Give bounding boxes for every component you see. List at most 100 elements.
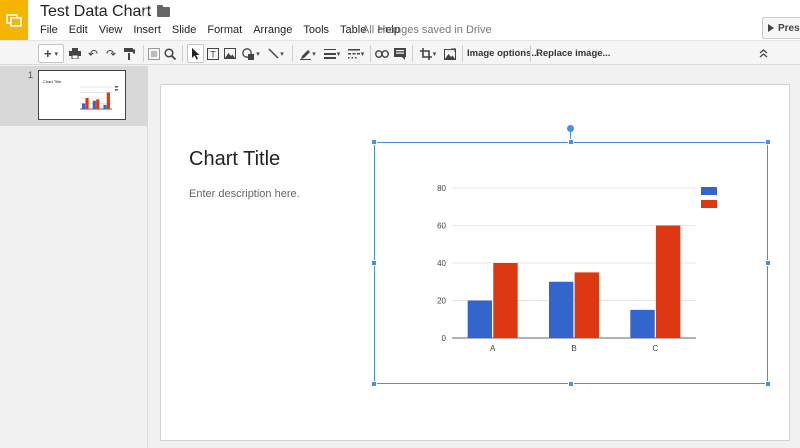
bar-A-series-2 (493, 263, 518, 338)
crop-icon[interactable]: ▾ (417, 44, 439, 63)
menu-bar: File Edit View Insert Slide Format Arran… (40, 24, 411, 36)
redo-icon[interactable]: ↷ (104, 44, 118, 63)
link-icon[interactable] (374, 44, 390, 63)
slide-title[interactable]: Chart Title (189, 148, 280, 171)
chevron-down-icon: ▾ (54, 50, 59, 58)
chevron-down-icon: ▾ (280, 50, 284, 58)
line-icon[interactable]: ▾ (265, 44, 287, 63)
select-cursor-icon[interactable] (187, 44, 204, 63)
resize-handle-bottom[interactable] (568, 381, 574, 387)
resize-handle-right[interactable] (765, 260, 771, 266)
toolbar-divider (462, 45, 463, 62)
menu-insert[interactable]: Insert (133, 24, 161, 36)
svg-text:T: T (210, 49, 216, 59)
comment-icon[interactable] (393, 44, 407, 63)
rotate-handle[interactable] (567, 125, 574, 132)
document-title[interactable]: Test Data Chart (40, 3, 151, 21)
bar-C-series-2 (106, 92, 110, 109)
toolbar-divider (412, 45, 413, 62)
resize-handle-top-left[interactable] (371, 139, 377, 145)
collapse-toolbar-icon[interactable] (756, 44, 770, 63)
print-icon[interactable] (68, 44, 82, 63)
bar-B-series-2 (574, 272, 600, 338)
bar-A-series-1 (467, 300, 493, 338)
resize-handle-bottom-left[interactable] (371, 381, 377, 387)
border-dash-icon[interactable]: ▾ (345, 44, 367, 63)
slide-thumbnail-row[interactable]: 1 Chart Title (0, 66, 148, 126)
text-box-icon[interactable]: T (206, 44, 220, 63)
bar-chart: 0 20 40 60 80 A B C (437, 184, 717, 353)
image-icon[interactable] (223, 44, 237, 63)
y-tick-label: 0 (442, 334, 447, 343)
resize-handle-bottom-right[interactable] (765, 381, 771, 387)
undo-icon[interactable]: ↶ (86, 44, 100, 63)
replace-image-button[interactable]: Replace image... (536, 44, 610, 63)
toolbar-divider (143, 45, 144, 62)
y-tick-label: 20 (437, 297, 446, 306)
bar-C-series-1 (630, 309, 655, 338)
bar-B-series-2 (96, 99, 100, 109)
toolbar-divider (370, 45, 371, 62)
x-tick-label: C (652, 344, 658, 353)
resize-handle-left[interactable] (371, 260, 377, 266)
menu-view[interactable]: View (99, 24, 123, 36)
bar-A-series-1 (82, 103, 86, 109)
legend-swatch-series-1 (115, 86, 118, 88)
legend-swatch-series-2 (115, 89, 118, 91)
toolbar-divider (530, 45, 531, 62)
slide-description[interactable]: Enter description here. (189, 188, 300, 200)
menu-file[interactable]: File (40, 24, 58, 36)
chevron-down-icon: ▾ (432, 50, 437, 58)
resize-handle-top[interactable] (568, 139, 574, 145)
present-button[interactable]: Pres (762, 17, 800, 39)
bar-A-series-2 (85, 98, 89, 109)
bar-B-series-1 (548, 281, 574, 338)
bar-C-series-1 (103, 104, 107, 109)
chevron-down-icon: ▾ (360, 50, 365, 58)
plus-icon: + (43, 46, 52, 61)
bar-B-series-1 (92, 100, 96, 109)
legend-swatch-series-1 (701, 187, 717, 195)
slides-logo-icon[interactable] (0, 0, 28, 40)
folder-icon[interactable] (157, 5, 170, 17)
save-status: All changes saved in Drive (362, 24, 492, 36)
toolbar-divider (182, 45, 183, 62)
menu-slide[interactable]: Slide (172, 24, 196, 36)
y-tick-label: 80 (437, 184, 446, 193)
top-bar: Test Data Chart ☆ File Edit View Insert … (0, 0, 800, 40)
present-label: Pres (778, 22, 800, 34)
thumbnail-chart (80, 86, 118, 110)
paint-format-icon[interactable] (122, 44, 136, 63)
chevron-down-icon: ▾ (256, 50, 260, 58)
x-tick-label: A (490, 344, 496, 353)
y-tick-label: 60 (437, 222, 446, 231)
reset-image-icon[interactable] (442, 44, 458, 63)
resize-handle-top-right[interactable] (765, 139, 771, 145)
slide-number: 1 (28, 70, 34, 80)
zoom-icon[interactable] (163, 44, 177, 63)
image-options-button[interactable]: Image options... (467, 44, 539, 63)
slide-canvas[interactable]: Chart Title Enter description here. 0 20 4… (160, 84, 790, 441)
bar-C-series-2 (655, 225, 681, 338)
x-tick-label: B (571, 344, 576, 353)
zoom-fit-icon[interactable] (147, 44, 161, 63)
y-tick-label: 40 (437, 259, 446, 268)
shape-icon[interactable]: ▾ (240, 44, 262, 63)
chevron-down-icon: ▾ (336, 50, 341, 58)
chevron-down-icon: ▾ (312, 50, 316, 58)
toolbar-divider (292, 45, 293, 62)
toolbar: + ▾ ↶ ↷ T ▾ ▾ ▾ ▾ ▾ ▾ Image options... R… (0, 40, 800, 65)
slide-filmstrip: 1 Chart Title (0, 66, 148, 448)
play-icon (768, 24, 774, 32)
menu-tools[interactable]: Tools (303, 24, 329, 36)
border-color-icon[interactable]: ▾ (297, 44, 319, 63)
border-weight-icon[interactable]: ▾ (321, 44, 343, 63)
slide-thumbnail[interactable]: Chart Title (38, 70, 126, 120)
new-slide-button[interactable]: + ▾ (38, 44, 64, 63)
legend-swatch-series-2 (701, 200, 717, 208)
menu-format[interactable]: Format (207, 24, 242, 36)
menu-edit[interactable]: Edit (69, 24, 88, 36)
chart-image[interactable]: 0 20 40 60 80 A B C (374, 142, 768, 384)
star-icon[interactable]: ☆ (139, 4, 152, 21)
menu-arrange[interactable]: Arrange (253, 24, 292, 36)
